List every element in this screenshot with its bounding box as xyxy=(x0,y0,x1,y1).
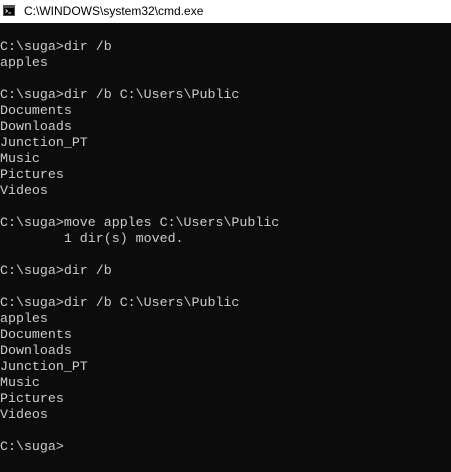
console-line: C:\suga>move apples C:\Users\Public xyxy=(0,215,280,230)
console-line: Junction_PT xyxy=(0,135,88,150)
console-line: Downloads xyxy=(0,343,72,358)
console-line: Pictures xyxy=(0,167,64,182)
console-line: Videos xyxy=(0,183,48,198)
console-output[interactable]: C:\suga>dir /b apples C:\suga>dir /b C:\Us… xyxy=(0,23,451,472)
console-line: C:\suga>dir /b xyxy=(0,263,112,278)
console-line: Junction_PT xyxy=(0,359,88,374)
console-line: Music xyxy=(0,151,40,166)
window-title: C:\WINDOWS\system32\cmd.exe xyxy=(24,4,204,18)
console-line: Documents xyxy=(0,103,72,118)
cmd-window: C:\WINDOWS\system32\cmd.exe C:\suga>dir … xyxy=(0,0,451,472)
console-line: apples xyxy=(0,311,48,326)
console-line: Downloads xyxy=(0,119,72,134)
console-line: C:\suga> xyxy=(0,439,64,454)
console-line: C:\suga>dir /b C:\Users\Public xyxy=(0,87,240,102)
cmd-app-icon xyxy=(3,5,15,16)
console-line: Videos xyxy=(0,407,48,422)
console-line: 1 dir(s) moved. xyxy=(0,231,184,246)
console-line: Pictures xyxy=(0,391,64,406)
console-line: C:\suga>dir /b C:\Users\Public xyxy=(0,295,240,310)
console-line: C:\suga>dir /b xyxy=(0,39,112,54)
console-line: Documents xyxy=(0,327,72,342)
title-bar[interactable]: C:\WINDOWS\system32\cmd.exe xyxy=(0,0,451,23)
console-line: Music xyxy=(0,375,40,390)
console-line: apples xyxy=(0,55,48,70)
